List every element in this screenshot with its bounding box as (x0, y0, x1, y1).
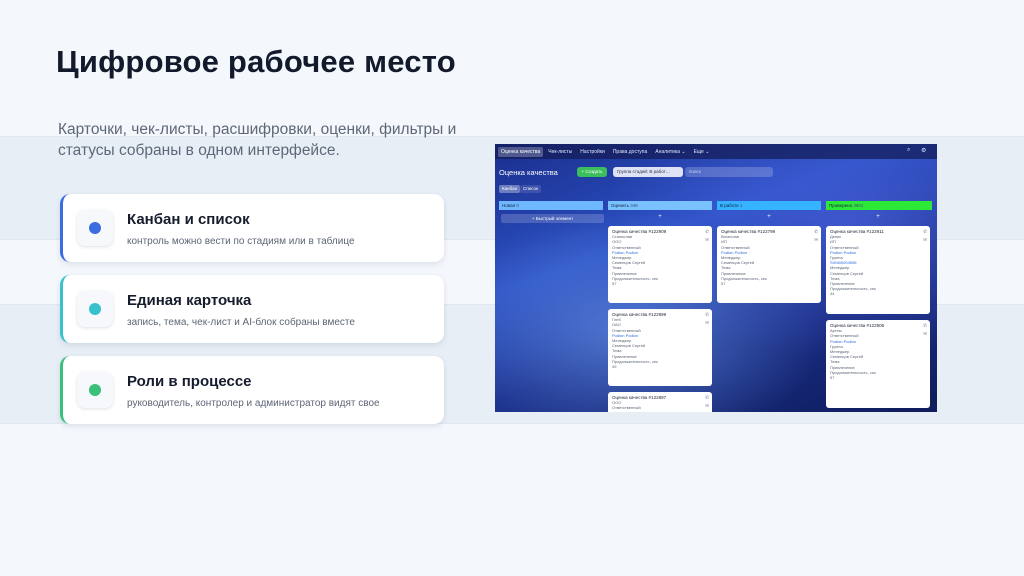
phone-icon: ✆ (923, 323, 927, 328)
kanban-card[interactable]: ✆ ✉ Оценка качества #122906 Артем Ответс… (826, 320, 930, 408)
tab-kanban[interactable]: Канбан (499, 185, 521, 193)
kanban-card[interactable]: ✆ ✉ Оценка качества #122897 ООО Ответств… (608, 392, 712, 412)
search-input[interactable]: поиск (685, 167, 773, 177)
app-top-nav: Оценка качества Чек-листы Настройки Прав… (495, 144, 937, 159)
feature-description: запись, тема, чек-лист и AI-блок собраны… (127, 317, 355, 328)
card-duration: 44 (830, 291, 835, 297)
feature-icon-box (77, 291, 113, 327)
page-subtitle: Карточки, чек-листы, расшифровки, оценки… (58, 121, 457, 159)
card-duration: 57 (830, 375, 835, 381)
feature-description: контроль можно вести по стадиям или в та… (127, 236, 355, 247)
card-label: Ответственный (612, 405, 641, 411)
add-card-icon[interactable]: + (608, 214, 712, 220)
nav-checklists[interactable]: Чек-листы (545, 147, 575, 157)
nav-quality[interactable]: Оценка качества (498, 146, 544, 157)
stage-header-checked[interactable]: Проверено 3601 (826, 201, 932, 210)
nav-access[interactable]: Права доступа (610, 147, 650, 157)
stage-filter[interactable]: Группа стадий: В работ… (613, 167, 683, 177)
feature-title: Роли в процессе (127, 373, 252, 390)
app-screenshot: Оценка качества Чек-листы Настройки Прав… (495, 144, 937, 412)
mail-icon: ✉ (705, 403, 709, 408)
feature-card-single-card: Единая карточка запись, тема, чек-лист и… (60, 275, 444, 343)
stage-count: 0 (516, 203, 519, 208)
kanban-card[interactable]: ✆ ✉ Оценка качества #122899 Глеб ОАО Отв… (608, 309, 712, 386)
feature-card-kanban: Канбан и список контроль можно вести по … (60, 194, 444, 262)
phone-icon: ✆ (705, 229, 709, 234)
stage-name: Оценить (611, 203, 629, 208)
stage-header-new[interactable]: Новая 0 (499, 201, 603, 210)
create-button[interactable]: + Создать (577, 167, 607, 177)
card-duration: 49 (612, 364, 617, 370)
mail-icon: ✉ (923, 237, 927, 242)
mail-icon: ✉ (705, 237, 709, 242)
nav-settings[interactable]: Настройки (577, 147, 608, 157)
settings-icon[interactable]: ⚙ (921, 147, 926, 154)
mail-icon: ✉ (705, 320, 709, 325)
card-duration: 57 (612, 281, 617, 287)
feature-title: Канбан и список (127, 211, 250, 228)
stage-count: 1 (740, 203, 743, 208)
feature-title: Единая карточка (127, 292, 252, 309)
stage-count: 349 (630, 203, 638, 208)
card-duration: 57 (721, 281, 726, 287)
stage-name: Проверено (829, 203, 853, 208)
phone-icon: ✆ (705, 395, 709, 400)
kanban-card[interactable]: ✆ ✉ Оценка качества #122911 Денис ИП Отв… (826, 226, 930, 314)
stage-header-in-work[interactable]: В работе 1 (717, 201, 821, 210)
nav-more[interactable]: Еще ⌄ (691, 147, 713, 157)
mail-icon: ✉ (923, 331, 927, 336)
phone-icon: ✆ (705, 312, 709, 317)
nav-analytics[interactable]: Аналитика ⌄ (652, 147, 688, 157)
feature-card-roles: Роли в процессе руководитель, контролер … (60, 356, 444, 424)
feature-icon-box (77, 372, 113, 408)
add-card-icon[interactable]: + (826, 214, 930, 220)
feature-description: руководитель, контролер и администратор … (127, 398, 380, 409)
phone-icon: ✆ (814, 229, 818, 234)
green-dot-icon (89, 384, 101, 396)
quick-add-button[interactable]: + Быстрый элемент (501, 214, 604, 223)
search-icon[interactable]: ⌕ (907, 147, 910, 154)
add-card-icon[interactable]: + (717, 214, 821, 220)
app-page-title: Оценка качества (499, 168, 558, 177)
kanban-card[interactable]: ✆ ✉ Оценка качества #122799 Вячеслав ИП … (717, 226, 821, 303)
feature-icon-box (77, 210, 113, 246)
stage-header-evaluate[interactable]: Оценить 349 (608, 201, 712, 210)
phone-icon: ✆ (923, 229, 927, 234)
teal-dot-icon (89, 303, 101, 315)
stage-count: 3601 (853, 203, 864, 208)
mail-icon: ✉ (814, 237, 818, 242)
page-title: Цифровое рабочее место (56, 44, 456, 79)
stage-name: Новая (502, 203, 516, 208)
stage-name: В работе (720, 203, 739, 208)
blue-dot-icon (89, 222, 101, 234)
kanban-card[interactable]: ✆ ✉ Оценка качества #122909 Станислав ОО… (608, 226, 712, 303)
tab-list[interactable]: Список (520, 185, 541, 193)
